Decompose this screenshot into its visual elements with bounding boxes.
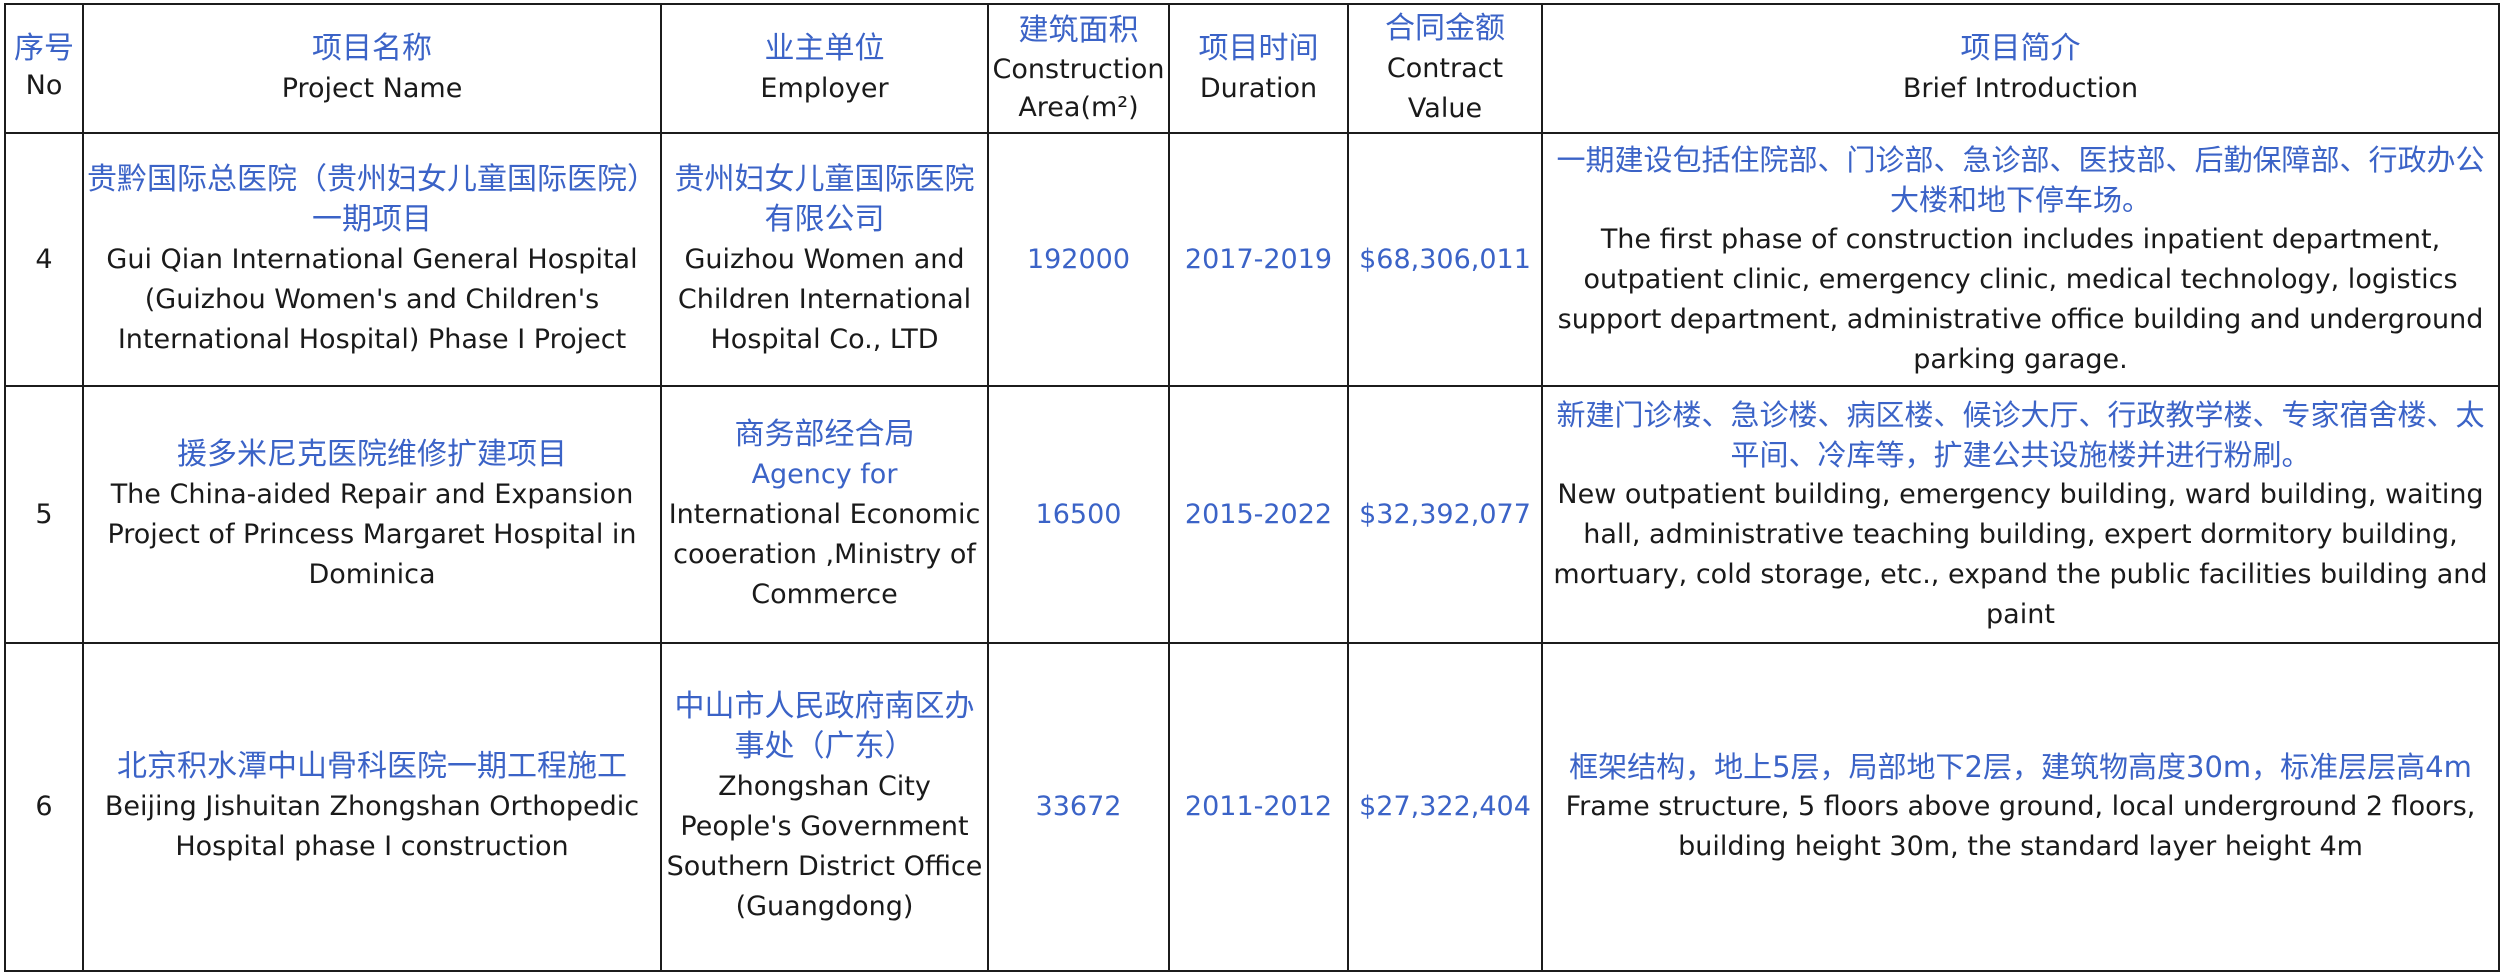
header-project-name-en: Project Name xyxy=(281,72,463,104)
cell-area: 33672 xyxy=(987,642,1170,972)
project-name-en: The China-aided Repair and Expansion Pro… xyxy=(107,478,637,590)
col-header-intro: 项目简介 Brief Introduction xyxy=(1541,3,2500,134)
intro-en: New outpatient building, emergency build… xyxy=(1553,478,2488,630)
intro-en: Frame structure, 5 floors above ground, … xyxy=(1565,791,2476,862)
cell-area: 192000 xyxy=(987,132,1170,387)
employer-zh: 贵州妇女儿童国际医院有限公司 xyxy=(674,161,975,237)
table-row: 6 北京积水潭中山骨科医院一期工程施工 Beijing Jishuitan Zh… xyxy=(4,642,2500,972)
intro-zh: 新建门诊楼、急诊楼、病区楼、候诊大厅、行政教学楼、专家宿舍楼、太平间、冷库等，扩… xyxy=(1556,397,2485,472)
header-employer-zh: 业主单位 xyxy=(764,30,885,66)
cell-no: 4 xyxy=(4,132,84,387)
cell-duration: 2011-2012 xyxy=(1168,642,1349,972)
header-no-zh: 序号 xyxy=(14,30,74,66)
header-row: 序号 No 项目名称 Project Name 业主单位 Employer 建筑… xyxy=(4,3,2500,134)
header-project-name-zh: 项目名称 xyxy=(312,30,432,66)
table-row: 4 贵黔国际总医院（贵州妇女儿童国际医院）一期项目 Gui Qian Inter… xyxy=(4,132,2500,387)
employer-zh: 中山市人民政府南区办事处（广东） xyxy=(674,689,975,764)
header-value-zh: 合同金额 xyxy=(1385,10,1505,46)
header-area-en: Construction Area(m²) xyxy=(992,53,1165,123)
project-name-zh: 援多米尼克医院维修扩建项目 xyxy=(177,436,567,472)
header-duration-en: Duration xyxy=(1199,72,1318,104)
project-name-en: Beijing Jishuitan Zhongshan Orthopedic H… xyxy=(104,791,640,862)
intro-zh: 一期建设包括住院部、门诊部、急诊部、医技部、后勤保障部、行政办公大楼和地下停车场… xyxy=(1556,142,2485,217)
employer-en-highlight: Agency for xyxy=(751,458,898,490)
col-header-project-name: 项目名称 Project Name xyxy=(82,3,662,134)
col-header-no: 序号 No xyxy=(4,3,84,134)
project-name-zh: 北京积水潭中山骨科医院一期工程施工 xyxy=(117,749,627,784)
project-name-zh: 贵黔国际总医院（贵州妇女儿童国际医院）一期项目 xyxy=(87,161,657,237)
employer-zh: 商务部经合局 xyxy=(734,416,915,452)
cell-intro: 框架结构，地上5层，局部地下2层，建筑物高度30m，标准层层高4m Frame … xyxy=(1541,642,2500,972)
cell-project-name: 贵黔国际总医院（贵州妇女儿童国际医院）一期项目 Gui Qian Interna… xyxy=(82,132,662,387)
col-header-employer: 业主单位 Employer xyxy=(660,3,989,134)
projects-table-wrapper: 序号 No 项目名称 Project Name 业主单位 Employer 建筑… xyxy=(4,3,2500,972)
cell-project-name: 北京积水潭中山骨科医院一期工程施工 Beijing Jishuitan Zhon… xyxy=(82,642,662,972)
cell-area: 16500 xyxy=(987,385,1170,644)
intro-zh: 框架结构，地上5层，局部地下2层，建筑物高度30m，标准层层高4m xyxy=(1569,750,2472,784)
projects-table: 序号 No 项目名称 Project Name 业主单位 Employer 建筑… xyxy=(4,3,2500,972)
header-duration-zh: 项目时间 xyxy=(1198,30,1319,66)
cell-value: $32,392,077 xyxy=(1347,385,1543,644)
cell-value: $27,322,404 xyxy=(1347,642,1543,972)
cell-intro: 一期建设包括住院部、门诊部、急诊部、医技部、后勤保障部、行政办公大楼和地下停车场… xyxy=(1541,132,2500,387)
cell-duration: 2017-2019 xyxy=(1168,132,1349,387)
col-header-value: 合同金额 Contract Value xyxy=(1347,3,1543,134)
intro-en: The first phase of construction includes… xyxy=(1557,223,2484,375)
cell-duration: 2015-2022 xyxy=(1168,385,1349,644)
cell-no: 6 xyxy=(4,642,84,972)
col-header-area: 建筑面积 Construction Area(m²) xyxy=(987,3,1170,134)
cell-employer: 贵州妇女儿童国际医院有限公司 Guizhou Women and Childre… xyxy=(660,132,989,387)
cell-no: 5 xyxy=(4,385,84,644)
project-name-en: Gui Qian International General Hospital … xyxy=(106,243,638,355)
header-no-en: No xyxy=(25,69,63,101)
cell-employer: 商务部经合局 Agency for International Economic… xyxy=(660,385,989,644)
cell-value: $68,306,011 xyxy=(1347,132,1543,387)
cell-project-name: 援多米尼克医院维修扩建项目 The China-aided Repair and… xyxy=(82,385,662,644)
col-header-duration: 项目时间 Duration xyxy=(1168,3,1349,134)
header-employer-en: Employer xyxy=(760,72,889,104)
employer-en: Guizhou Women and Children International… xyxy=(677,243,972,355)
table-row: 5 援多米尼克医院维修扩建项目 The China-aided Repair a… xyxy=(4,385,2500,644)
header-intro-en: Brief Introduction xyxy=(1902,72,2139,104)
header-area-zh: 建筑面积 xyxy=(1018,12,1139,48)
employer-en: Zhongshan City People's Government South… xyxy=(666,771,983,922)
header-intro-zh: 项目简介 xyxy=(1960,30,2081,66)
header-value-en: Contract Value xyxy=(1386,52,1504,124)
cell-employer: 中山市人民政府南区办事处（广东） Zhongshan City People's… xyxy=(660,642,989,972)
employer-en: International Economic cooeration ,Minis… xyxy=(668,498,981,610)
cell-intro: 新建门诊楼、急诊楼、病区楼、候诊大厅、行政教学楼、专家宿舍楼、太平间、冷库等，扩… xyxy=(1541,385,2500,644)
